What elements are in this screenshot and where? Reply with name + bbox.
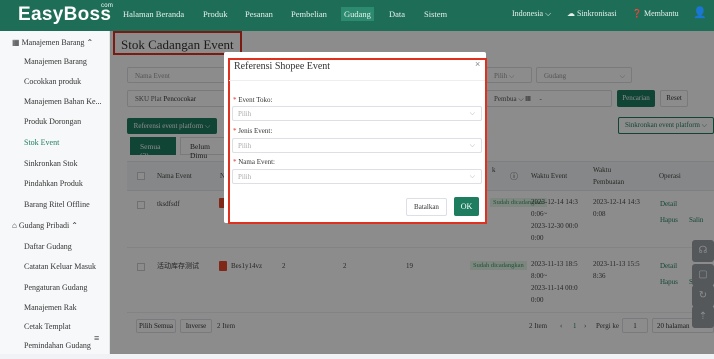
- sidebar-item-ritel-offline[interactable]: Barang Ritel Offline: [0, 200, 110, 218]
- cancel-button[interactable]: Batalkan: [406, 198, 447, 216]
- dialog-title: Referensi Shopee Event: [234, 61, 331, 72]
- sidebar-item-produk-dorongan[interactable]: Produk Dorongan: [0, 117, 110, 135]
- sidebar-item-catatan[interactable]: Catatan Keluar Masuk: [0, 262, 110, 280]
- chevron-down-icon: ⌵: [469, 142, 475, 149]
- jenis-event-text: Jenis Event:: [238, 127, 273, 135]
- dialog-divider: [229, 80, 485, 81]
- select-placeholder: Pilih: [238, 110, 252, 118]
- nav-pesanan[interactable]: Pesanan: [245, 9, 273, 19]
- home-icon: ⌂: [12, 221, 17, 230]
- nav-sistem[interactable]: Sistem: [424, 9, 447, 19]
- chevron-down-icon: ⌵: [469, 110, 475, 117]
- help-icon: ❓: [632, 9, 642, 18]
- top-navigation-bar: EasyBoss com Halaman Beranda Produk Pesan…: [0, 0, 714, 31]
- box-icon: ▦: [12, 38, 20, 47]
- nama-event-select[interactable]: Pilih ⌵: [232, 169, 482, 184]
- nav-produk[interactable]: Produk: [203, 9, 228, 19]
- sidebar-item-daftar-gudang[interactable]: Daftar Gudang: [0, 242, 110, 260]
- required-mark: *: [233, 158, 237, 166]
- menu-collapse-icon[interactable]: ≡: [94, 333, 99, 343]
- sidebar-group-gudang-pribadi[interactable]: ⌂ Gudang Pribadi ⌃: [0, 221, 110, 237]
- sidebar-group-label: Manajemen Barang: [21, 38, 85, 47]
- chevron-up-icon: ⌃: [86, 38, 94, 47]
- sidebar-item-sinkronkan-stok[interactable]: Sinkronkan Stok: [0, 159, 110, 177]
- nama-event-text: Nama Event:: [238, 158, 275, 166]
- required-mark: *: [233, 96, 237, 104]
- nav-gudang[interactable]: Gudang: [341, 7, 374, 21]
- select-placeholder: Pilih: [238, 142, 252, 150]
- easyboss-logo[interactable]: EasyBoss com: [18, 3, 114, 26]
- event-toko-text: Event Toko:: [238, 96, 273, 104]
- logo-text: EasyBoss: [18, 4, 112, 25]
- sidebar-group-manajemen-barang[interactable]: ▦ Manajemen Barang ⌃: [0, 38, 110, 54]
- sidebar-item-manajemen-barang[interactable]: Manajemen Barang: [0, 57, 110, 75]
- nav-data[interactable]: Data: [389, 9, 405, 19]
- nav-beranda[interactable]: Halaman Beranda: [123, 9, 184, 19]
- sidebar-item-pindahkan-produk[interactable]: Pindahkan Produk: [0, 179, 110, 197]
- language-selector[interactable]: Indonesia ⌵: [512, 9, 551, 19]
- sync-label: Sinkronisasi: [577, 9, 617, 18]
- sync-button[interactable]: ☁ Sinkronisasi: [567, 9, 617, 18]
- logo-suffix: com: [100, 3, 114, 9]
- sidebar-item-pengaturan[interactable]: Pengaturan Gudang: [0, 283, 110, 301]
- language-label: Indonesia: [512, 9, 544, 18]
- help-label: Membantu: [643, 9, 679, 18]
- required-mark: *: [233, 127, 237, 135]
- sidebar-item-stok-event[interactable]: Stok Event: [0, 138, 110, 156]
- chevron-up-icon: ⌃: [71, 221, 78, 230]
- cloud-icon: ☁: [567, 9, 575, 18]
- jenis-event-select[interactable]: Pilih ⌵: [232, 138, 482, 153]
- sidebar-item-cocokkan-produk[interactable]: Cocokkan produk: [0, 77, 110, 95]
- help-button[interactable]: ❓ Membantu: [632, 9, 679, 18]
- chevron-down-icon: ⌵: [469, 173, 475, 180]
- ok-button[interactable]: OK: [454, 197, 479, 216]
- sidebar-item-pemindahan[interactable]: Pemindahan Gudang: [0, 341, 110, 359]
- nav-pembelian[interactable]: Pembelian: [291, 9, 327, 19]
- event-toko-select[interactable]: Pilih ⌵: [232, 106, 482, 121]
- select-placeholder: Pilih: [238, 173, 252, 181]
- close-icon[interactable]: ×: [475, 59, 480, 69]
- sidebar-group-label: Gudang Pribadi: [18, 221, 70, 230]
- chevron-down-icon: ⌵: [545, 9, 552, 18]
- jenis-event-label: * Jenis Event:: [233, 127, 272, 135]
- sidebar-item-rak[interactable]: Manajemen Rak: [0, 303, 110, 321]
- nama-event-label: * Nama Event:: [233, 158, 275, 166]
- sidebar-item-bahan[interactable]: Manajemen Bahan Ke...: [0, 97, 110, 115]
- user-avatar-icon[interactable]: 👤: [693, 6, 707, 19]
- event-toko-label: * Event Toko:: [233, 96, 272, 104]
